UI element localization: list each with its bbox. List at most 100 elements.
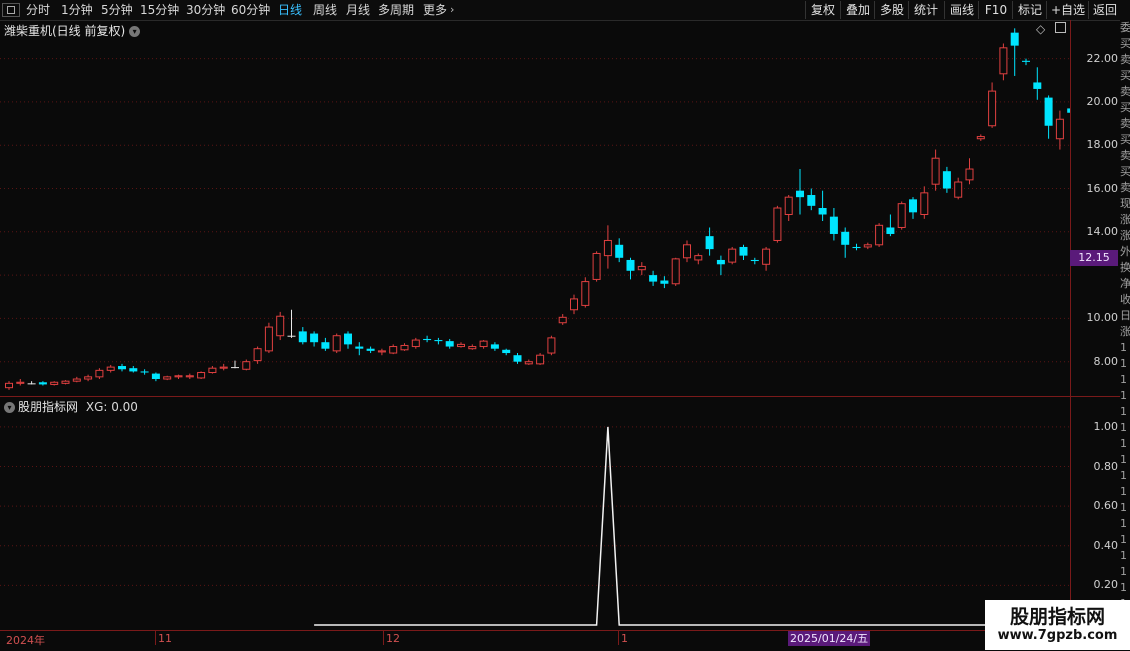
candle-body (298, 331, 307, 343)
candle-body (807, 195, 816, 206)
period-tab-7[interactable]: 周线 (313, 2, 337, 18)
date-tick (155, 631, 156, 645)
candle-body (852, 246, 861, 249)
toolbar-button-8[interactable]: 返回 (1088, 1, 1121, 19)
period-tab-4[interactable]: 30分钟 (186, 2, 225, 18)
period-tab-2[interactable]: 5分钟 (101, 2, 133, 18)
candle-body (671, 258, 680, 285)
candle-body (909, 199, 917, 213)
candle (875, 223, 884, 247)
toolbar-button-6[interactable]: 标记 (1012, 1, 1047, 19)
candle-body (16, 381, 25, 384)
candle (287, 309, 296, 338)
candle (118, 363, 126, 372)
period-tab-9[interactable]: 多周期 (378, 2, 414, 18)
toolbar-button-1[interactable]: 叠加 (840, 1, 875, 19)
period-tab-5[interactable]: 60分钟 (231, 2, 270, 18)
candle (16, 379, 25, 386)
candle-body (434, 340, 443, 342)
toolbar-button-4[interactable]: 画线 (944, 1, 979, 19)
candle (400, 343, 409, 351)
candle (954, 177, 963, 200)
candle (264, 322, 273, 354)
price-tick-label: 22.00 (1086, 51, 1119, 65)
candle-body (163, 376, 172, 380)
candlestick-chart[interactable] (0, 20, 1070, 396)
candle-body (332, 335, 341, 352)
period-tab-1[interactable]: 1分钟 (61, 2, 93, 18)
candle-body (50, 381, 59, 385)
side-panel-edge[interactable]: 委买卖买卖买卖买卖买卖现涨涨外换净收日涨111111111111111111 (1120, 20, 1130, 630)
candle-body (931, 157, 940, 185)
toolbar-button-3[interactable]: 统计 (908, 1, 943, 19)
candle-body (626, 259, 635, 271)
candle-body (242, 361, 251, 370)
candle (321, 337, 330, 351)
candle (615, 238, 624, 263)
toolbar-button-7[interactable]: +自选 (1046, 1, 1089, 19)
toolbar-button-2[interactable]: 多股 (874, 1, 909, 19)
toolbar-button-5[interactable]: F10 (978, 1, 1013, 19)
candle (739, 244, 748, 260)
candle (829, 208, 838, 241)
toolbar-button-0[interactable]: 复权 (805, 1, 840, 19)
candle-body (920, 192, 929, 215)
candle-body (863, 244, 872, 248)
candle-body (208, 367, 217, 374)
candle (377, 348, 386, 356)
candle-body (942, 171, 951, 189)
candle (897, 201, 906, 230)
period-tab-3[interactable]: 15分钟 (140, 2, 179, 18)
candle (242, 359, 251, 371)
candle-body (615, 244, 624, 258)
indicator-chart[interactable] (0, 397, 1070, 630)
indicator-tick-label: 0.80 (1093, 459, 1119, 473)
period-tab-0[interactable]: 分时 (26, 2, 50, 18)
period-tab-10[interactable]: 更多 (423, 2, 447, 18)
candle (197, 371, 206, 380)
candle (490, 342, 499, 351)
candle-body (999, 47, 1008, 75)
candle-body (355, 346, 364, 349)
candle-body (118, 366, 126, 370)
candle (581, 277, 590, 308)
candle (988, 82, 997, 128)
candle-body (637, 265, 646, 271)
candle (457, 342, 465, 348)
price-tick-label: 20.00 (1086, 94, 1119, 108)
candle-body (321, 342, 330, 349)
candle (1022, 58, 1030, 66)
candle-body (513, 355, 522, 362)
candle (558, 314, 567, 325)
date-tick (383, 631, 384, 645)
period-tab-8[interactable]: 月线 (346, 2, 370, 18)
candle (185, 373, 194, 380)
date-tick (618, 631, 619, 645)
candle-body (400, 344, 409, 351)
candle (479, 340, 488, 349)
candle-body (660, 280, 669, 284)
candle-body (716, 259, 725, 265)
candle (5, 381, 13, 390)
candle (389, 344, 398, 355)
candle (626, 257, 635, 280)
candle-body (818, 208, 827, 215)
candle (106, 364, 115, 373)
candle-body (445, 341, 454, 347)
candle (976, 134, 985, 141)
date-label-nov: 11 (158, 632, 172, 645)
candle (999, 43, 1008, 81)
candle-body (106, 366, 115, 371)
period-tab-6[interactable]: 日线 (278, 2, 302, 18)
candle-body (592, 252, 601, 280)
candle-body (750, 259, 759, 262)
candle (547, 335, 556, 356)
candle-body (95, 369, 104, 378)
price-tick-label: 8.00 (1093, 354, 1119, 368)
watermark-logo: 股朋指标网 www.7gpzb.com (985, 600, 1130, 650)
menu-square-button[interactable] (2, 3, 20, 17)
candle-body (524, 361, 533, 365)
candle (750, 257, 759, 265)
candle-body (151, 373, 160, 380)
candle-body (27, 383, 36, 385)
